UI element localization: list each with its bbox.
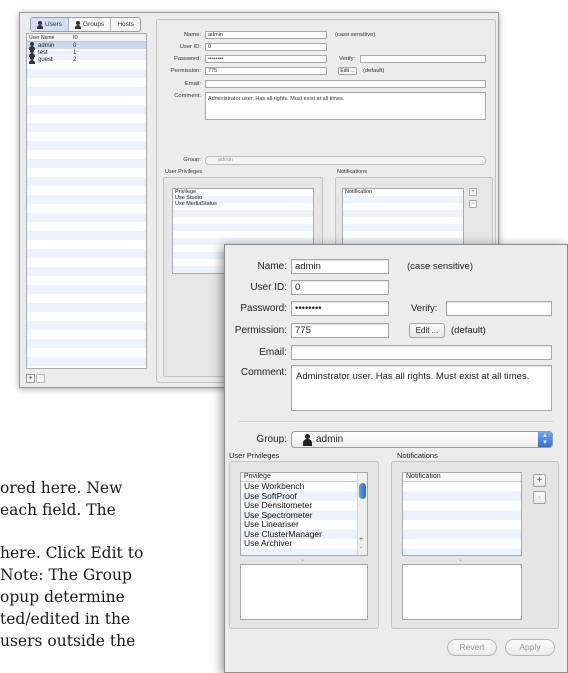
group-icon bbox=[74, 20, 81, 29]
email-field[interactable] bbox=[291, 345, 552, 360]
add-user-button[interactable]: + bbox=[26, 374, 35, 383]
password-field[interactable]: •••••••• bbox=[291, 301, 389, 316]
segment-label: Hosts bbox=[117, 21, 134, 28]
user-id-label: User ID: bbox=[179, 44, 201, 50]
group-popup[interactable]: admin bbox=[205, 156, 486, 165]
view-segmented-control: Users Groups Hosts bbox=[30, 17, 141, 32]
doc-line: ored here. New bbox=[0, 479, 123, 497]
list-stripes bbox=[27, 42, 146, 368]
remove-notification-button[interactable]: - bbox=[533, 491, 546, 504]
privileges-list[interactable]: Privilege Use Workbench Use SoftProof Us… bbox=[240, 472, 368, 556]
password-field[interactable]: •••••••• bbox=[205, 55, 327, 63]
notifications-box: Notification + - ⌄ bbox=[391, 461, 559, 629]
group-label: Group: bbox=[256, 434, 287, 445]
front-user-detail-window: Name: admin (case sensitive) User ID: 0 … bbox=[224, 244, 568, 673]
name-field[interactable]: admin bbox=[205, 31, 327, 39]
privilege-item[interactable]: Use Archiver bbox=[241, 538, 367, 549]
user-id-field[interactable]: 0 bbox=[205, 43, 327, 51]
verify-label: Verify: bbox=[339, 56, 356, 62]
privilege-details-list[interactable] bbox=[240, 564, 368, 620]
doc-line: each field. The bbox=[0, 501, 116, 519]
user-id: 2 bbox=[73, 56, 77, 63]
column-header-user-name[interactable]: User Name bbox=[27, 34, 71, 41]
notification-details-list[interactable] bbox=[402, 564, 522, 620]
privileges-scrollbar[interactable]: + - bbox=[357, 473, 367, 555]
edit-permission-button[interactable]: Edit ... bbox=[409, 323, 445, 338]
verify-field[interactable] bbox=[360, 55, 486, 63]
segment-hosts[interactable]: Hosts bbox=[111, 18, 140, 31]
name-field[interactable]: admin bbox=[291, 259, 389, 274]
group-label: Group: bbox=[183, 157, 201, 163]
permission-field[interactable]: 775 bbox=[205, 67, 327, 75]
doc-line: opup determine bbox=[0, 588, 125, 606]
user-id: 1 bbox=[73, 49, 77, 56]
email-label: Email: bbox=[259, 347, 287, 358]
notifications-header[interactable]: Notification bbox=[403, 473, 521, 482]
permission-field[interactable]: 775 bbox=[291, 323, 389, 338]
user-icon bbox=[37, 20, 43, 29]
comment-field[interactable]: Adminstrator user. Has all rights. Must … bbox=[291, 365, 552, 411]
segment-label: Groups bbox=[82, 21, 105, 28]
divider bbox=[239, 421, 553, 422]
user-privileges-label: User Privileges bbox=[165, 169, 202, 175]
notifications-header: Notification bbox=[345, 189, 373, 195]
user-privileges-box: Privilege Use Workbench Use SoftProof Us… bbox=[229, 461, 379, 629]
add-notification-button[interactable]: + bbox=[469, 188, 477, 196]
group-popup[interactable]: admin ▴ ▾ bbox=[291, 431, 553, 448]
add-notification-button[interactable]: + bbox=[533, 474, 546, 487]
comment-label: Comment: bbox=[240, 367, 287, 378]
segment-label: Users bbox=[45, 21, 62, 28]
remove-notification-button[interactable]: - bbox=[469, 200, 477, 208]
column-header-id[interactable]: ID bbox=[71, 34, 80, 41]
password-label: Password: bbox=[240, 303, 287, 314]
comment-label: Comment: bbox=[174, 93, 201, 99]
segment-groups[interactable]: Groups bbox=[69, 18, 112, 31]
doc-line: ted/edited in the bbox=[0, 610, 131, 628]
case-sensitive-note: (case sensitive) bbox=[335, 32, 376, 38]
segment-users[interactable]: Users bbox=[31, 18, 69, 31]
verify-label: Verify: bbox=[411, 303, 438, 314]
name-label: Name: bbox=[257, 261, 287, 272]
user-list[interactable]: User Name ID admin 0 test 1 guest 2 bbox=[26, 33, 147, 369]
user-icon bbox=[29, 55, 35, 64]
group-popup-value: admin bbox=[316, 434, 344, 445]
apply-button[interactable]: Apply bbox=[505, 639, 555, 656]
list-stripes bbox=[403, 482, 521, 555]
password-label: Password: bbox=[173, 56, 201, 62]
permission-label: Permission: bbox=[234, 325, 287, 336]
user-id-field[interactable]: 0 bbox=[291, 280, 389, 295]
notifications-label: Notifications bbox=[337, 169, 367, 175]
permission-label: Permission: bbox=[170, 68, 201, 74]
user-id-label: User ID: bbox=[250, 282, 287, 293]
doc-line: here. Click Edit to bbox=[0, 544, 144, 562]
name-label: Name: bbox=[183, 32, 201, 38]
scroll-plus-icon[interactable]: + bbox=[359, 536, 363, 543]
default-note: (default) bbox=[451, 325, 486, 336]
notifications-list[interactable]: Notification bbox=[402, 472, 522, 556]
user-privileges-label: User Privileges bbox=[229, 451, 280, 460]
email-label: Email: bbox=[184, 81, 201, 87]
resize-grip-icon[interactable]: ⌄ bbox=[458, 556, 463, 563]
user-id: 0 bbox=[73, 42, 77, 49]
default-note: (default) bbox=[363, 68, 385, 74]
comment-field[interactable]: Administrator user. Has all rights. Must… bbox=[205, 92, 486, 120]
user-row-guest[interactable]: guest 2 bbox=[27, 55, 146, 64]
popup-arrows-icon: ▴ ▾ bbox=[538, 432, 552, 447]
revert-button[interactable]: Revert bbox=[447, 639, 497, 656]
notifications-label: Notifications bbox=[397, 451, 438, 460]
remove-user-button[interactable]: - bbox=[36, 374, 45, 383]
scroll-minus-icon[interactable]: - bbox=[360, 545, 362, 552]
user-icon bbox=[302, 434, 313, 446]
resize-grip-icon[interactable]: ⌄ bbox=[300, 556, 305, 563]
privilege-item[interactable]: Use MediaStatus bbox=[173, 201, 313, 207]
user-name: guest bbox=[38, 56, 53, 63]
email-field[interactable] bbox=[205, 80, 486, 88]
case-sensitive-note: (case sensitive) bbox=[407, 261, 473, 272]
verify-field[interactable] bbox=[446, 301, 552, 316]
edit-permission-button[interactable]: Edit ... bbox=[338, 67, 357, 75]
doc-line: users outside the bbox=[0, 632, 136, 650]
doc-line: Note: The Group bbox=[0, 566, 132, 584]
scrollbar-thumb[interactable] bbox=[359, 483, 366, 499]
